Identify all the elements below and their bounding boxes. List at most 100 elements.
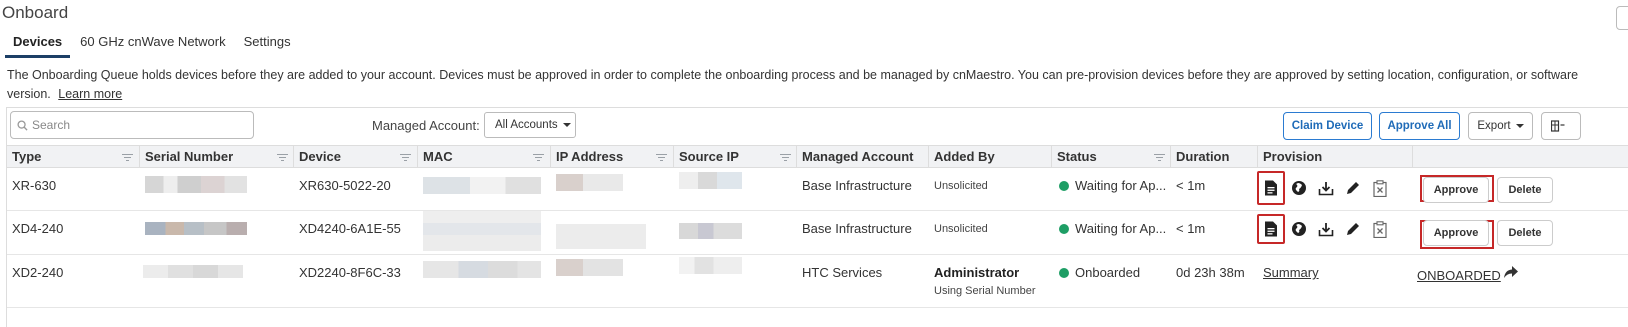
- cell-managed-account: Base Infrastructure: [802, 221, 912, 236]
- cell-duration: < 1m: [1176, 221, 1206, 236]
- column-header-duration[interactable]: Duration: [1176, 149, 1229, 164]
- filter-icon[interactable]: [780, 154, 791, 161]
- redacted-source-ip: [679, 223, 742, 239]
- cell-managed-account: Base Infrastructure: [802, 178, 912, 193]
- onboarded-link[interactable]: ONBOARDED: [1417, 268, 1501, 283]
- column-header-device[interactable]: Device: [299, 149, 341, 164]
- clipboard-x-icon[interactable]: [1367, 175, 1393, 201]
- delete-button[interactable]: Delete: [1497, 220, 1553, 246]
- filter-icon[interactable]: [1154, 154, 1165, 161]
- summary-link[interactable]: Summary: [1263, 265, 1319, 280]
- columns-button[interactable]: [1541, 112, 1581, 140]
- redacted-source-ip: [679, 257, 742, 274]
- status-text: Waiting for Ap...: [1075, 178, 1167, 193]
- top-right-button[interactable]: [1616, 6, 1628, 30]
- search-icon: [17, 119, 28, 131]
- status-dot-icon: [1059, 268, 1069, 278]
- cell-status: Waiting for Ap...: [1059, 178, 1166, 193]
- search-placeholder: Search: [32, 118, 71, 132]
- column-header-ip-address[interactable]: IP Address: [556, 149, 623, 164]
- status-dot-icon: [1059, 224, 1069, 234]
- redacted-mac: [423, 261, 541, 278]
- tab-devices[interactable]: Devices: [5, 30, 71, 58]
- onboarding-description: The Onboarding Queue holds devices befor…: [7, 66, 1607, 104]
- redacted-ip-address: [556, 213, 646, 249]
- table-row: XD4-240 XD4240-6A1E-55 Base Infrastructu…: [7, 211, 1628, 255]
- filter-icon[interactable]: [400, 154, 411, 161]
- column-header-provision[interactable]: Provision: [1263, 149, 1322, 164]
- column-header-type[interactable]: Type: [12, 149, 41, 164]
- redacted-ip-address: [556, 174, 623, 191]
- document-icon[interactable]: [1257, 171, 1285, 205]
- managed-account-select[interactable]: All Accounts: [484, 112, 576, 138]
- column-header-added-by[interactable]: Added By: [934, 149, 995, 164]
- export-label: Export: [1477, 120, 1511, 132]
- table-row: XR-630 XR630-5022-20 Base Infrastructure…: [7, 168, 1628, 211]
- redacted-serial-number: [145, 222, 247, 235]
- filter-icon[interactable]: [122, 154, 133, 161]
- chevron-down-icon: [1515, 124, 1524, 128]
- managed-account-label: Managed Account:: [372, 118, 480, 133]
- cell-status: Waiting for Ap...: [1059, 221, 1166, 236]
- redacted-ip-address: [556, 259, 623, 276]
- tab-bar: Devices 60 GHz cnWave Network Settings: [0, 30, 301, 58]
- globe-icon[interactable]: [1286, 175, 1312, 201]
- globe-icon[interactable]: [1286, 216, 1312, 242]
- delete-button[interactable]: Delete: [1497, 177, 1553, 203]
- table-row: XD2-240 XD2240-8F6C-33 HTC Services Admi…: [7, 255, 1628, 308]
- column-header-serial-number[interactable]: Serial Number: [145, 149, 233, 164]
- filter-icon[interactable]: [277, 154, 288, 161]
- cell-added-by: Administrator: [934, 265, 1020, 280]
- cell-duration: < 1m: [1176, 178, 1206, 193]
- redacted-serial-number: [143, 265, 243, 278]
- column-header-mac[interactable]: MAC: [423, 149, 453, 164]
- cell-device: XR630-5022-20: [299, 178, 391, 193]
- cell-type: XD2-240: [12, 265, 64, 280]
- description-text: The Onboarding Queue holds devices befor…: [7, 68, 1579, 101]
- provision-actions: [1257, 171, 1394, 205]
- managed-account-value: All Accounts: [495, 119, 558, 131]
- column-header-status[interactable]: Status: [1057, 149, 1097, 164]
- redacted-serial-number: [145, 176, 247, 193]
- filter-icon[interactable]: [656, 154, 667, 161]
- cell-type: XD4-240: [12, 221, 64, 236]
- approve-all-button[interactable]: Approve All: [1379, 112, 1460, 140]
- chevron-down-icon: [562, 123, 571, 127]
- tab-cnwave-network[interactable]: 60 GHz cnWave Network: [72, 30, 233, 58]
- download-icon[interactable]: [1313, 175, 1339, 201]
- approve-button[interactable]: Approve: [1423, 220, 1489, 246]
- clipboard-x-icon[interactable]: [1367, 216, 1393, 242]
- columns-icon: [1551, 120, 1565, 132]
- cell-added-by: Unsolicited: [934, 180, 988, 192]
- status-text: Onboarded: [1075, 265, 1141, 280]
- pencil-icon[interactable]: [1340, 216, 1366, 242]
- export-button[interactable]: Export: [1468, 112, 1533, 140]
- download-icon[interactable]: [1313, 216, 1339, 242]
- cell-device: XD4240-6A1E-55: [299, 221, 401, 236]
- cell-added-by: Unsolicited: [934, 223, 988, 235]
- page-title: Onboard: [2, 3, 69, 22]
- table-header: Type Serial Number Device MAC IP Address…: [7, 145, 1628, 168]
- claim-device-button[interactable]: Claim Device: [1283, 112, 1372, 140]
- approve-button[interactable]: Approve: [1423, 177, 1489, 203]
- column-header-source-ip[interactable]: Source IP: [679, 149, 739, 164]
- share-arrow-icon[interactable]: [1503, 265, 1519, 282]
- filter-icon[interactable]: [533, 154, 544, 161]
- redacted-source-ip: [679, 172, 742, 189]
- redacted-mac: [423, 211, 541, 251]
- pencil-icon[interactable]: [1340, 175, 1366, 201]
- tab-settings[interactable]: Settings: [236, 30, 299, 58]
- document-icon[interactable]: [1257, 214, 1285, 244]
- provision-actions: [1257, 214, 1394, 244]
- cell-status: Onboarded: [1059, 265, 1140, 280]
- status-text: Waiting for Ap...: [1075, 221, 1167, 236]
- cell-duration: 0d 23h 38m: [1176, 265, 1245, 280]
- column-header-managed-account[interactable]: Managed Account: [802, 149, 913, 164]
- redacted-mac: [423, 177, 541, 194]
- cell-type: XR-630: [12, 178, 57, 193]
- search-input[interactable]: Search: [10, 111, 254, 139]
- cell-managed-account: HTC Services: [802, 265, 883, 280]
- cell-added-by-method: Using Serial Number: [934, 285, 1036, 297]
- learn-more-link[interactable]: Learn more: [58, 87, 122, 101]
- cell-device: XD2240-8F6C-33: [299, 265, 401, 280]
